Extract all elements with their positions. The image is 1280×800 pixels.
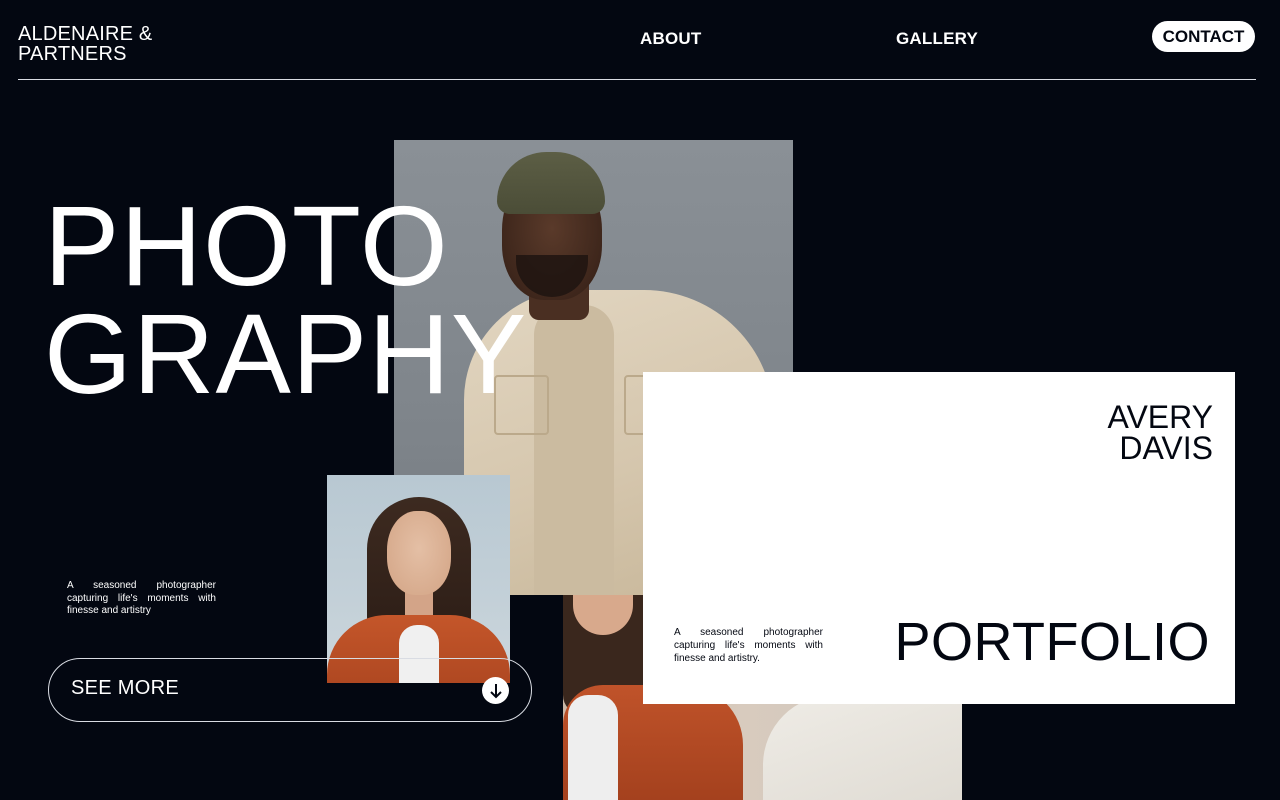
nav-about-link[interactable]: ABOUT (640, 29, 701, 49)
hero-description: A seasoned photographer capturing life's… (67, 580, 216, 616)
arrow-down-icon (482, 677, 509, 704)
woman-portrait-photo (327, 475, 510, 683)
hero-title-line-1: PHOTO (44, 183, 449, 309)
brand-line-2: PARTNERS (18, 43, 127, 65)
portfolio-card: AVERY DAVIS A seasoned photographer capt… (643, 372, 1235, 704)
contact-button[interactable]: CONTACT (1152, 21, 1255, 52)
header-divider (18, 79, 1256, 80)
portfolio-title: PORTFOLIO (894, 612, 1210, 672)
hero-title-line-2: GRAPHY (44, 291, 528, 417)
see-more-button[interactable]: SEE MORE (48, 658, 532, 722)
brand-line-1: ALDENAIRE & (18, 23, 153, 45)
card-description: A seasoned photographer capturing life's… (674, 627, 823, 664)
see-more-label: SEE MORE (71, 677, 179, 699)
name-line-1: AVERY (1107, 399, 1213, 435)
nav-gallery-link[interactable]: GALLERY (896, 29, 978, 49)
photographer-name: AVERY DAVIS (1107, 399, 1213, 466)
hero-title: PHOTO GRAPHY (44, 183, 528, 417)
brand-logo[interactable]: ALDENAIRE & PARTNERS (18, 24, 152, 64)
name-line-2: DAVIS (1119, 430, 1213, 466)
